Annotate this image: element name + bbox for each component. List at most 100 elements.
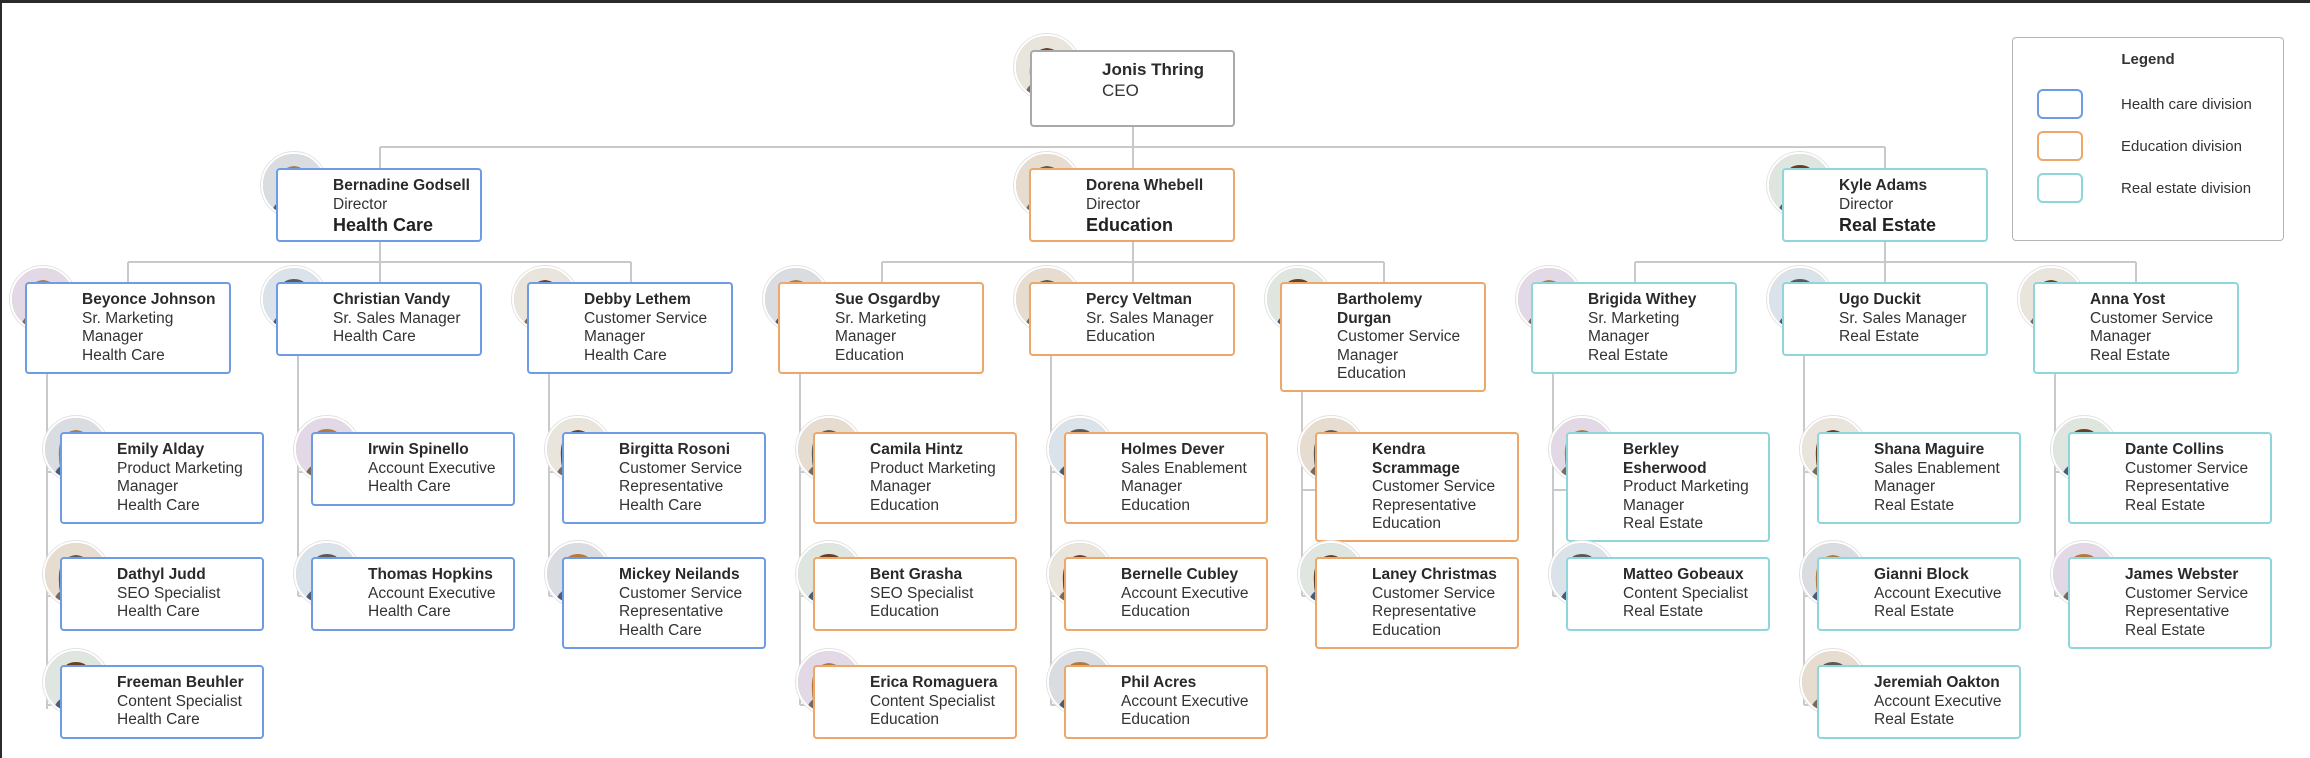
manager-card[interactable]: Ugo Duckit Sr. Sales Manager Real Estate [1782,282,1988,356]
person-name: Dante Collins [2125,441,2225,458]
person-name: Berkley Esherwood [1623,441,1707,477]
ceo-card[interactable]: Jonis Thring CEO [1030,50,1235,127]
person-department: Real Estate [1874,711,1955,728]
person-title: Account Executive [1121,584,1249,602]
staff-card[interactable]: Gianni Block Account Executive Real Estate [1817,557,2021,631]
person-department: Real Estate [1623,515,1704,532]
manager-card[interactable]: Sue Osgardby Sr. Marketing Manager Educati… [778,282,984,374]
manager-card[interactable]: Christian Vandy Sr. Sales Manager Health C… [276,282,482,356]
person-title: SEO Specialist [117,584,221,602]
manager-card[interactable]: Anna Yost Customer Service Manager Real Es… [2033,282,2239,374]
person-name: Holmes Dever [1121,441,1225,458]
legend-label-education: Education division [2121,138,2242,155]
person-department: Health Care [619,496,702,514]
person-name: Bernelle Cubley [1121,566,1239,583]
person-department: Education [870,496,939,514]
person-name: Emily Alday [117,441,205,458]
staff-card[interactable]: Berkley Esherwood Product Marketing Manag… [1566,432,1770,542]
person-department: Real Estate [1839,328,1920,345]
person-title: Customer Service Representative [2125,584,2249,621]
staff-card[interactable]: Erica Romaguera Content Specialist Educati… [813,665,1017,739]
person-title: Customer Service Representative [1372,478,1496,514]
person-name: Mickey Neilands [619,566,740,583]
person-name: Dorena Whebell [1086,177,1204,194]
staff-card[interactable]: Irwin Spinello Account Executive Health Ca… [311,432,515,506]
person-department: Real Estate [1874,496,1955,514]
staff-card[interactable]: Freeman Beuhler Content Specialist Health … [60,665,264,739]
connector-ceo-directors [379,127,1886,168]
legend-swatch-health [2037,89,2083,119]
person-title: Content Specialist [1623,584,1748,602]
person-department: Education [1337,365,1406,382]
manager-card[interactable]: Debby Lethem Customer Service Manager Heal… [527,282,733,374]
person-title: Account Executive [368,459,496,477]
person-name: Jeremiah Oakton [1874,674,2000,691]
staff-card[interactable]: Phil Acres Account Executive Education [1064,665,1268,739]
staff-card[interactable]: Camila Hintz Product Marketing Manager Edu… [813,432,1017,524]
person-title: Customer Service Representative [619,459,743,496]
staff-card[interactable]: Dante Collins Customer Service Representa… [2068,432,2272,524]
staff-card[interactable]: Dathyl Judd SEO Specialist Health Care [60,557,264,631]
person-department: Health Care [333,328,416,345]
staff-card[interactable]: Jeremiah Oakton Account Executive Real Est… [1817,665,2021,739]
person-name: Brigida Withey [1588,291,1697,308]
person-name: Camila Hintz [870,441,964,458]
staff-card[interactable]: Bent Grasha SEO Specialist Education [813,557,1017,631]
person-department: Education [1372,621,1441,639]
staff-card[interactable]: Thomas Hopkins Account Executive Health Ca… [311,557,515,631]
person-department: Health Care [368,478,451,495]
person-department: Education [1121,496,1190,514]
person-title: Sr. Sales Manager [1086,309,1214,327]
staff-card[interactable]: James Webster Customer Service Representa… [2068,557,2272,649]
person-title: Sr. Marketing Manager [1588,309,1680,346]
staff-card[interactable]: Shana Maguire Sales Enablement Manager Rea… [1817,432,2021,524]
person-name: Kyle Adams [1839,177,1928,194]
staff-card[interactable]: Mickey Neilands Customer Service Represen… [562,557,766,649]
person-department: Real Estate [2125,496,2206,514]
person-title: Customer Service Manager [1337,328,1461,364]
person-title: Content Specialist [870,692,995,710]
manager-card[interactable]: Bartholemy Durgan Customer Service Manage… [1280,282,1486,392]
person-title: SEO Specialist [870,584,974,602]
staff-card[interactable]: Holmes Dever Sales Enablement Manager Educ… [1064,432,1268,524]
person-department: Real Estate [1623,603,1704,620]
person-department: Real Estate [2090,346,2171,364]
staff-card[interactable]: Matteo Gobeaux Content Specialist Real Est… [1566,557,1770,631]
staff-card[interactable]: Kendra Scrammage Customer Service Represe… [1315,432,1519,542]
director-card[interactable]: Kyle Adams Director Real Estate [1782,168,1988,242]
staff-card[interactable]: Birgitta Rosoni Customer Service Represen… [562,432,766,524]
person-title: Sales Enablement Manager [1121,459,1247,496]
person-department: Education [1372,515,1441,532]
manager-card[interactable]: Beyonce Johnson Sr. Marketing Manager Heal… [25,282,231,374]
director-card[interactable]: Bernadine Godsell Director Health Care [276,168,482,242]
person-title: CEO [1102,81,1139,100]
person-name: Christian Vandy [333,291,451,308]
person-department: Real Estate [1874,603,1955,620]
person-title: Sr. Sales Manager [333,309,461,327]
staff-card[interactable]: Emily Alday Product Marketing Manager Heal… [60,432,264,524]
person-title: Product Marketing Manager [117,459,243,496]
person-name: Ugo Duckit [1839,291,1921,308]
person-title: Director [1839,195,1894,213]
person-name: Jonis Thring [1102,60,1204,79]
person-title: Sr. Marketing Manager [835,309,927,346]
director-card[interactable]: Dorena Whebell Director Education [1029,168,1235,242]
person-department: Education [870,711,939,728]
staff-card[interactable]: Bernelle Cubley Account Executive Educatio… [1064,557,1268,631]
person-department: Education [1086,328,1155,345]
manager-card[interactable]: Percy Veltman Sr. Sales Manager Education [1029,282,1235,356]
legend-swatch-education [2037,131,2083,161]
person-name: Anna Yost [2090,291,2166,308]
department-name: Real Estate [1839,215,1937,235]
person-department: Real Estate [2125,621,2206,639]
person-title: Account Executive [1121,692,1249,710]
person-name: Gianni Block [1874,566,1969,583]
person-name: Phil Acres [1121,674,1197,691]
person-name: Debby Lethem [584,291,691,308]
manager-card[interactable]: Brigida Withey Sr. Marketing Manager Real … [1531,282,1737,374]
person-title: Director [333,195,388,213]
staff-card[interactable]: Laney Christmas Customer Service Represen… [1315,557,1519,649]
person-department: Education [870,603,939,620]
person-department: Health Care [368,603,451,620]
person-title: Account Executive [1874,584,2002,602]
